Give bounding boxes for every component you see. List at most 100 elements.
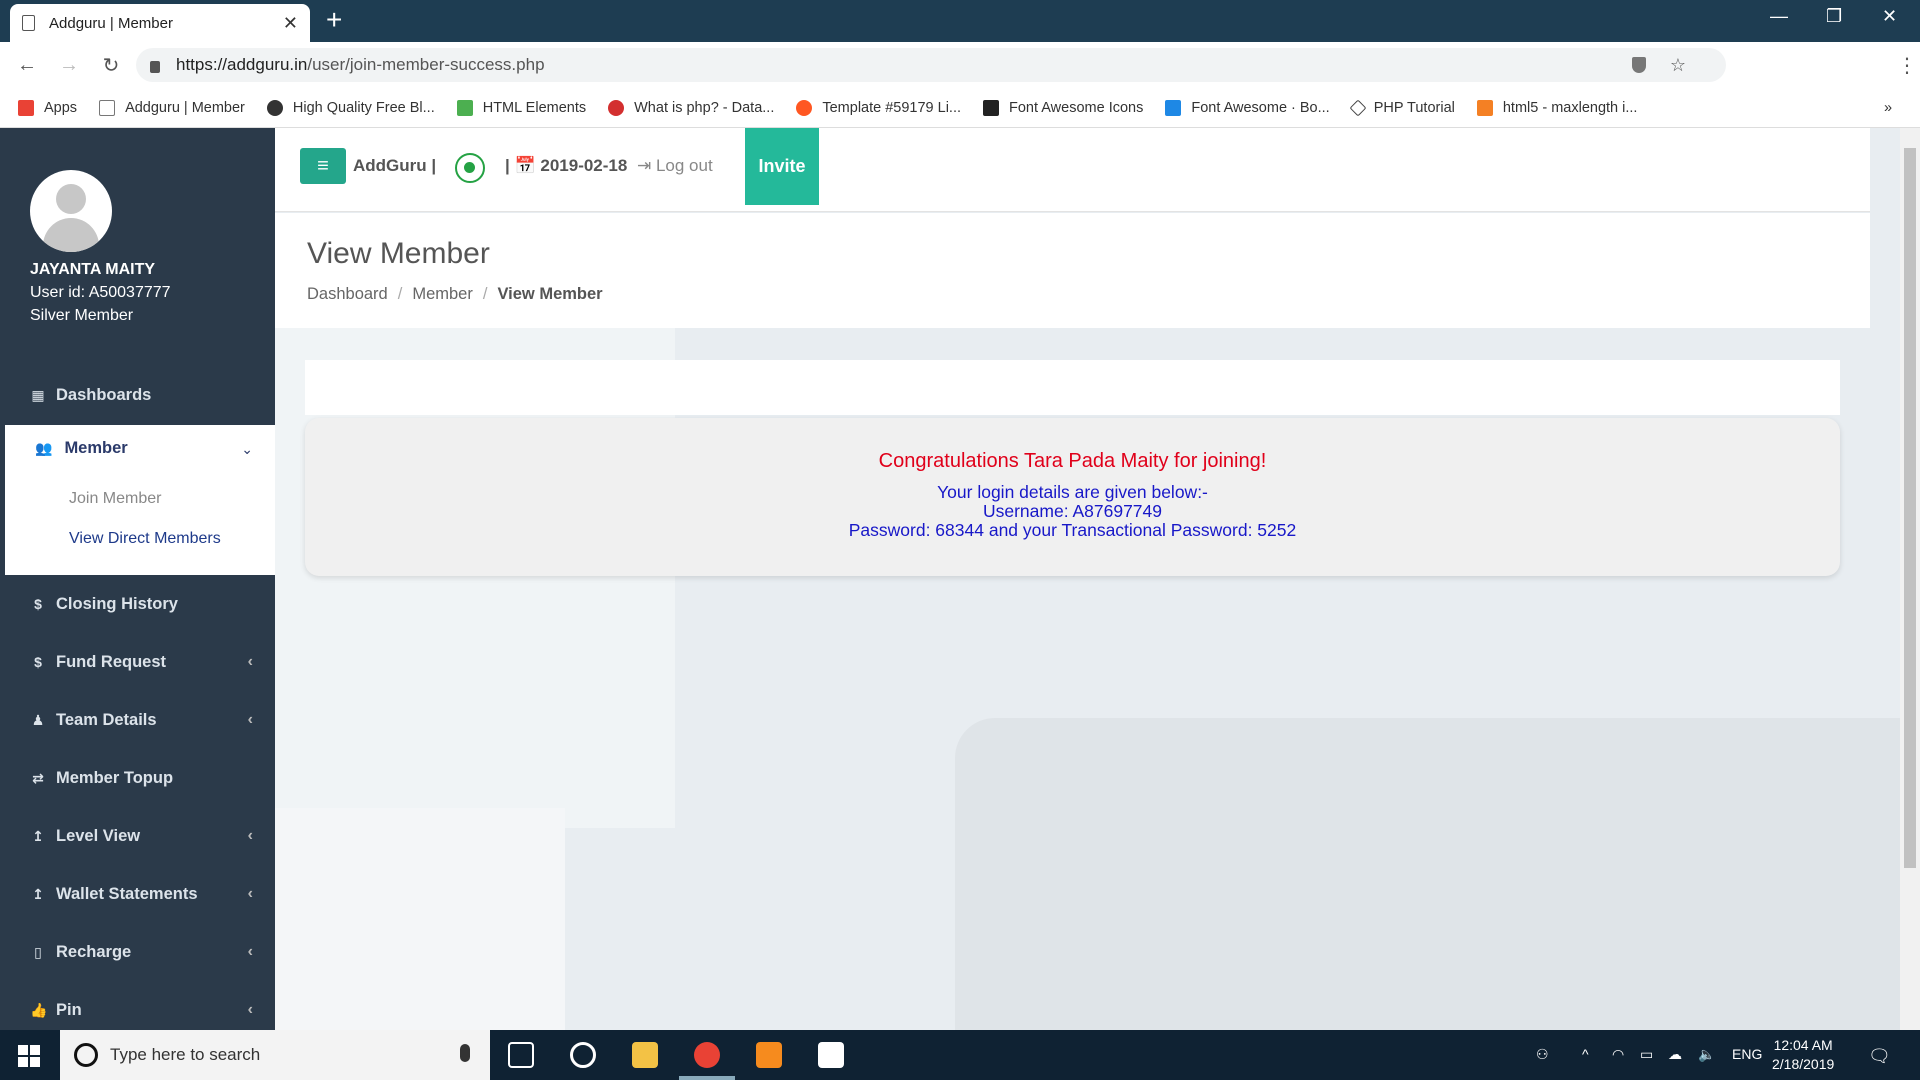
file-explorer-icon[interactable] (632, 1042, 658, 1068)
bookmark-item[interactable]: High Quality Free Bl... (266, 99, 435, 116)
sidebar-item-level-view[interactable]: ↥ Level View ‹ (0, 808, 275, 864)
username-line: Username: A87697749 (982, 501, 1163, 521)
brand-name: AddGuru | (353, 156, 437, 175)
chevron-left-icon: ‹ (247, 943, 253, 960)
bookmarks-bar: Apps Addguru | Member High Quality Free … (0, 88, 1920, 128)
url-host: https://addguru.in (176, 55, 308, 74)
sidebar-item-wallet-statements[interactable]: ↥ Wallet Statements ‹ (0, 866, 275, 922)
battery-icon[interactable]: ▭ (1640, 1046, 1653, 1063)
current-date: | 📅 2019-02-18 (505, 156, 628, 175)
restore-icon[interactable]: ❐ (1826, 6, 1842, 27)
thumbs-up-icon: 👍 (30, 1001, 48, 1018)
breadcrumb-member[interactable]: Member (412, 285, 473, 303)
bookmark-item[interactable]: Font Awesome · Bo... (1165, 99, 1330, 116)
page-scrollbar[interactable] (1900, 128, 1920, 1030)
sidebar-item-member[interactable]: 👥 Member (35, 439, 128, 458)
onedrive-icon[interactable]: ☁ (1668, 1046, 1682, 1063)
new-tab-button[interactable]: + (326, 4, 342, 36)
success-message-card: Congratulations Tara Pada Maity for join… (305, 418, 1840, 576)
media-player-icon[interactable] (570, 1042, 596, 1068)
bookmark-item[interactable]: Apps (18, 99, 77, 116)
breadcrumb-dashboard[interactable]: Dashboard (307, 285, 388, 303)
browser-tab[interactable]: Addguru | Member ✕ (10, 4, 310, 42)
mobile-icon: ▯ (34, 943, 42, 960)
bookmark-item[interactable]: PHP Tutorial (1349, 99, 1455, 116)
sidebar-subitem-view-direct-members[interactable]: View Direct Members (69, 530, 221, 548)
menu-dots-icon[interactable]: ⋮ (1892, 53, 1920, 78)
sidebar-item-dashboards[interactable]: ▦ Dashboards (0, 367, 275, 423)
page-header: View Member Dashboard / Member / View Member (275, 213, 1870, 328)
sidebar-subitem-join-member[interactable]: Join Member (69, 490, 161, 508)
user-id: User id: A50037777 (30, 284, 171, 301)
person-icon: ♟ (31, 711, 45, 728)
bookmark-item[interactable]: What is php? - Data... (608, 99, 774, 116)
url-input[interactable]: https://addguru.in/user/join-member-succ… (136, 48, 1726, 82)
sublime-text-icon[interactable] (756, 1042, 782, 1068)
reload-icon[interactable]: ↻ (96, 53, 126, 78)
windows-taskbar: Type here to search ⚇ ^ ◠ ▭ ☁ 🔈 ENG 12:0… (0, 1030, 1920, 1080)
system-clock[interactable]: 12:04 AM 2/18/2019 (1772, 1036, 1834, 1074)
cortana-icon (74, 1043, 98, 1067)
chevron-left-icon: ‹ (247, 885, 253, 902)
notification-icon[interactable]: 🗨 (1868, 1046, 1891, 1067)
bookmark-star-icon[interactable]: ☆ (1670, 55, 1686, 76)
people-icon[interactable]: ⚇ (1536, 1046, 1549, 1063)
microphone-icon[interactable] (460, 1044, 470, 1062)
volume-icon[interactable]: 🔈 (1698, 1046, 1715, 1063)
forward-icon[interactable]: → (54, 54, 84, 77)
chevron-left-icon: ‹ (247, 653, 253, 670)
sidebar-item-recharge[interactable]: ▯ Recharge ‹ (0, 924, 275, 980)
arrow-up-icon: ↥ (32, 827, 44, 844)
more-bookmarks-icon[interactable]: » (1884, 100, 1892, 116)
sidebar: JAYANTA MAITY User id: A50037777 Silver … (0, 128, 275, 1030)
logout-link[interactable]: ⇥ Log out (637, 156, 713, 176)
sidebar-item-team-details[interactable]: ♟ Team Details ‹ (0, 692, 275, 748)
membership-level: Silver Member (30, 307, 134, 324)
login-details-heading: Your login details are given below:- (937, 482, 1208, 502)
breadcrumb-view-member: View Member (497, 285, 603, 303)
shield-icon[interactable] (1632, 57, 1646, 73)
sidebar-item-member-topup[interactable]: ⇄ Member Topup (0, 750, 275, 806)
breadcrumb: Dashboard / Member / View Member (307, 285, 603, 303)
sidebar-item-fund-request[interactable]: $ Fund Request ‹ (0, 634, 275, 690)
scrollbar-thumb[interactable] (1904, 148, 1916, 868)
chevron-down-icon[interactable]: ⌄ (241, 441, 253, 458)
back-icon[interactable]: ← (12, 54, 42, 77)
top-navbar: ≡ AddGuru | | 📅 2019-02-18 ⇥ Log out Inv… (275, 128, 1870, 212)
dashboard-icon: ▦ (31, 386, 45, 403)
heart-icon (796, 99, 813, 116)
chrome-icon[interactable] (694, 1042, 720, 1068)
lock-icon (150, 61, 160, 73)
apps-grid-icon (18, 99, 34, 116)
minimize-icon[interactable]: — (1770, 6, 1788, 27)
users-icon: 👥 (35, 440, 53, 456)
close-window-icon[interactable]: ✕ (1882, 6, 1897, 27)
site-icon (266, 99, 283, 116)
sidebar-item-member-expanded: 👥 Member ⌄ Join Member View Direct Membe… (5, 425, 275, 575)
bookmark-item[interactable]: HTML Elements (456, 99, 586, 116)
taskbar-search-input[interactable]: Type here to search (60, 1030, 490, 1080)
user-name: JAYANTA MAITY (30, 261, 156, 278)
photos-icon[interactable] (818, 1042, 844, 1068)
windows-start-icon[interactable] (18, 1045, 40, 1067)
exchange-icon: ⇄ (32, 769, 44, 786)
bookmark-item[interactable]: Font Awesome Icons (983, 99, 1143, 116)
bookmark-item[interactable]: Template #59179 Li... (796, 99, 961, 116)
hamburger-menu-button[interactable]: ≡ (300, 148, 346, 184)
whatsapp-icon[interactable] (455, 153, 485, 183)
invite-button[interactable]: Invite (745, 128, 819, 205)
dollar-icon: $ (34, 596, 42, 612)
bookmark-item[interactable]: Addguru | Member (99, 99, 245, 116)
language-indicator[interactable]: ENG (1732, 1046, 1762, 1062)
page-title: View Member (307, 237, 490, 270)
close-tab-icon[interactable]: ✕ (283, 13, 298, 34)
login-details: Your login details are given below:- Use… (305, 483, 1840, 540)
php-icon (1349, 99, 1367, 116)
chevron-up-icon[interactable]: ^ (1582, 1046, 1589, 1062)
main-content: ≡ AddGuru | | 📅 2019-02-18 ⇥ Log out Inv… (275, 128, 1900, 1030)
active-app-indicator (679, 1076, 735, 1080)
sidebar-item-closing-history[interactable]: $ Closing History (0, 576, 275, 632)
bookmark-item[interactable]: html5 - maxlength i... (1476, 99, 1637, 116)
task-view-icon[interactable] (508, 1042, 534, 1068)
wifi-icon[interactable]: ◠ (1612, 1046, 1624, 1063)
